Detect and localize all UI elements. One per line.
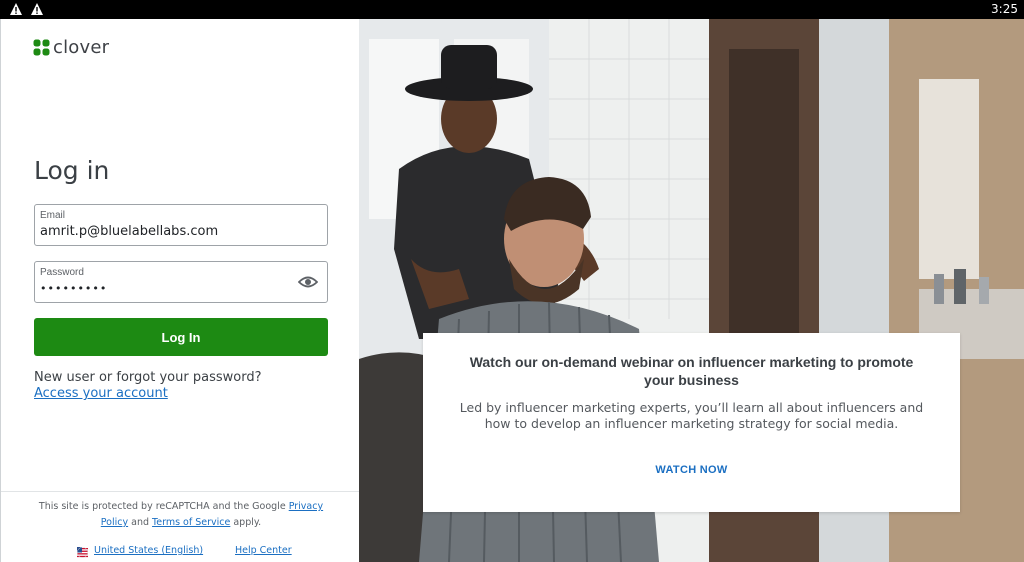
brand-name: clover	[53, 37, 110, 58]
language-selector[interactable]: United States (English)	[94, 545, 203, 556]
login-button[interactable]: Log In	[34, 318, 328, 356]
watch-now-link[interactable]: WATCH NOW	[423, 464, 960, 476]
recaptcha-text-and: and	[128, 517, 153, 528]
status-bar: 3:25	[0, 0, 1024, 19]
clock: 3:25	[991, 2, 1018, 16]
recaptcha-notice: This site is protected by reCAPTCHA and …	[31, 499, 331, 531]
recaptcha-text: This site is protected by reCAPTCHA and …	[38, 501, 289, 512]
recaptcha-text-apply: apply.	[230, 517, 262, 528]
terms-of-service-link[interactable]: Terms of Service	[152, 517, 230, 528]
password-label: Password	[40, 267, 84, 278]
password-field[interactable]: Password •••••••••	[34, 261, 328, 303]
promo-title: Watch our on-demand webinar on influence…	[469, 354, 914, 388]
forgot-text: New user or forgot your password?	[34, 370, 262, 385]
us-flag-icon	[77, 547, 88, 558]
email-label: Email	[40, 210, 66, 221]
help-center-link[interactable]: Help Center	[235, 545, 292, 556]
webinar-promo-card: Watch our on-demand webinar on influence…	[423, 333, 960, 512]
warning-icon	[10, 3, 22, 15]
clover-logo-icon	[33, 39, 50, 56]
email-field[interactable]: Email amrit.p@bluelabellabs.com	[34, 204, 328, 246]
clover-logo: clover	[33, 37, 109, 58]
email-value[interactable]: amrit.p@bluelabellabs.com	[40, 224, 218, 239]
page-title: Log in	[34, 156, 110, 185]
login-panel: clover Log in Email amrit.p@bluelabellab…	[0, 19, 359, 562]
promo-body: Led by influencer marketing experts, you…	[459, 400, 924, 431]
show-password-icon[interactable]	[298, 275, 318, 289]
access-account-link[interactable]: Access your account	[34, 386, 168, 401]
divider	[1, 491, 359, 492]
warning-icon	[31, 3, 43, 15]
password-value[interactable]: •••••••••	[40, 282, 107, 295]
